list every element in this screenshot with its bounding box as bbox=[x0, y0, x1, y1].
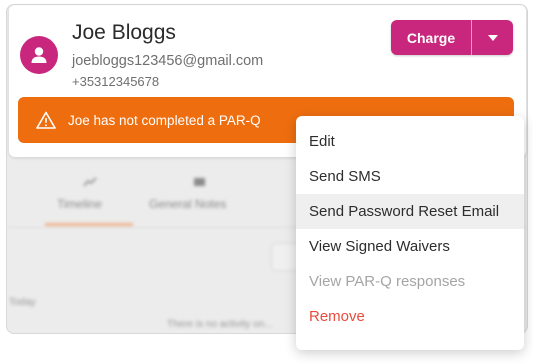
customer-email: joebloggs123456@gmail.com bbox=[72, 53, 264, 69]
menu-item-remove[interactable]: Remove bbox=[296, 299, 524, 334]
menu-item-view-parq-responses: View PAR-Q responses bbox=[309, 273, 466, 290]
charge-dropdown-toggle[interactable] bbox=[472, 20, 513, 55]
menu-item-edit[interactable]: Edit bbox=[296, 124, 524, 159]
empty-activity-text: There is no activity on... bbox=[167, 319, 273, 330]
menu-item-send-sms[interactable]: Send SMS bbox=[296, 159, 524, 194]
customer-actions-menu: Edit Send SMS Send Password Reset Email … bbox=[296, 116, 524, 350]
tab-timeline[interactable]: Timeline bbox=[57, 197, 102, 211]
active-tab-underline bbox=[45, 223, 133, 226]
caret-down-icon bbox=[487, 34, 498, 41]
menu-item-view-signed-waivers[interactable]: View Signed Waivers bbox=[296, 229, 524, 264]
chart-line-icon bbox=[83, 177, 97, 187]
today-label: Today bbox=[9, 297, 36, 308]
customer-phone: +35312345678 bbox=[72, 74, 160, 89]
tab-general-notes[interactable]: General Notes bbox=[149, 197, 226, 211]
warning-icon bbox=[36, 111, 56, 129]
avatar bbox=[20, 36, 58, 74]
notes-icon bbox=[194, 178, 205, 186]
charge-button[interactable]: Charge bbox=[391, 20, 471, 55]
menu-item-send-password-reset-email[interactable]: Send Password Reset Email bbox=[296, 194, 524, 229]
parq-warning-text: Joe has not completed a PAR-Q bbox=[68, 112, 261, 128]
customer-name: Joe Bloggs bbox=[72, 21, 176, 44]
charge-button-group: Charge bbox=[391, 20, 513, 55]
user-icon bbox=[31, 47, 47, 63]
